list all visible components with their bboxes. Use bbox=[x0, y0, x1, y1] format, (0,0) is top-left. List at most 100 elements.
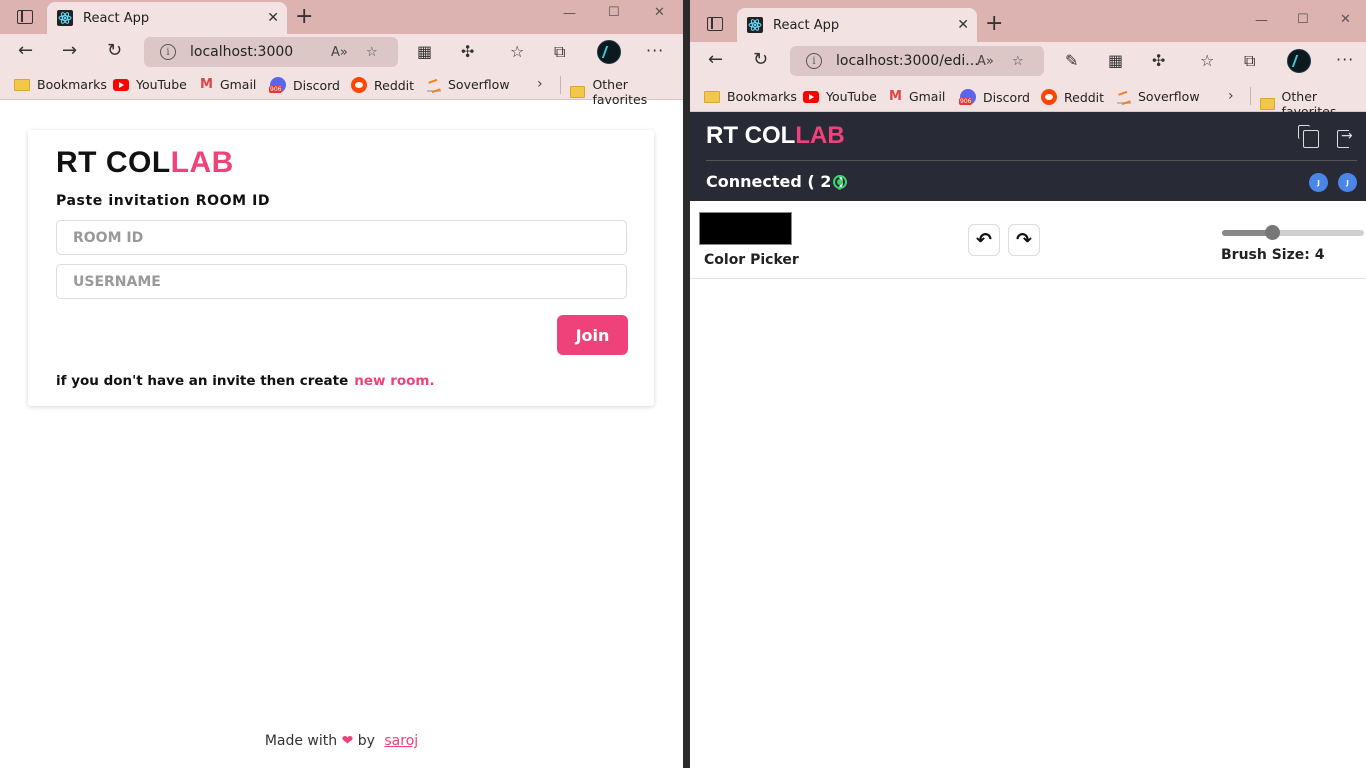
folder-icon bbox=[14, 78, 30, 91]
minimize-icon[interactable]: — bbox=[563, 6, 576, 21]
reddit-icon bbox=[1041, 89, 1057, 105]
undo-icon: ↶ bbox=[976, 229, 992, 251]
info-icon[interactable]: i bbox=[160, 44, 176, 60]
close-window-icon[interactable]: ✕ bbox=[654, 5, 665, 20]
connected-status: Connected ( 2 ) bbox=[706, 172, 845, 191]
avatar[interactable]: J bbox=[1338, 173, 1357, 192]
header-divider bbox=[706, 160, 1357, 161]
new-tab-icon[interactable]: + bbox=[295, 6, 313, 28]
favorites-icon[interactable]: ☆ bbox=[510, 42, 524, 61]
gmail-icon: M bbox=[889, 89, 902, 104]
read-aloud-icon[interactable]: A» bbox=[331, 45, 348, 60]
username-input[interactable] bbox=[56, 264, 627, 299]
copy-icon[interactable] bbox=[1298, 125, 1319, 148]
redo-button[interactable]: ↷ bbox=[1008, 224, 1040, 256]
discord-icon bbox=[959, 89, 976, 105]
address-bar[interactable]: i localhost:3000/edi... A» ☆ bbox=[790, 46, 1044, 76]
web-capture-icon[interactable]: ▦ bbox=[417, 42, 432, 61]
tab-actions-icon[interactable] bbox=[17, 10, 33, 24]
brush-size-slider[interactable] bbox=[1222, 225, 1364, 240]
profile-icon[interactable] bbox=[597, 40, 621, 64]
window-divider bbox=[683, 0, 690, 768]
close-tab-icon[interactable]: ✕ bbox=[957, 17, 969, 33]
refresh-icon[interactable]: ↻ bbox=[107, 41, 122, 61]
add-favorite-icon[interactable]: ☆ bbox=[1012, 54, 1024, 69]
folder-icon bbox=[704, 90, 720, 103]
bookmark-soverflow[interactable]: Soverflow bbox=[427, 77, 510, 92]
bookmark-gmail[interactable]: M Gmail bbox=[889, 89, 945, 104]
left-browser-window: React App ✕ + — ☐ ✕ ← → ↻ i localhost:30… bbox=[0, 0, 683, 768]
maximize-icon[interactable]: ☐ bbox=[608, 5, 620, 20]
nav-bar: ← → ↻ i localhost:3000 A» ☆ ▦ ✣ ☆ ⧉ ··· bbox=[0, 34, 683, 70]
right-browser-window: React App ✕ + — ☐ ✕ ← ↻ i localhost:3000… bbox=[690, 0, 1366, 768]
bookmark-discord[interactable]: Discord bbox=[959, 89, 1030, 105]
bookmark-discord[interactable]: Discord bbox=[269, 77, 340, 93]
color-picker-swatch[interactable] bbox=[699, 212, 792, 245]
reddit-icon bbox=[351, 77, 367, 93]
folder-icon bbox=[1260, 98, 1275, 110]
avatar[interactable]: J bbox=[1309, 173, 1328, 192]
web-capture-icon[interactable]: ▦ bbox=[1108, 51, 1123, 70]
extensions-icon[interactable]: ✣ bbox=[461, 42, 474, 61]
join-room-card: RT COLLAB Paste invitation ROOM ID Join … bbox=[28, 130, 654, 406]
invite-text: if you don't have an invite then create n… bbox=[56, 373, 435, 389]
favorites-icon[interactable]: ☆ bbox=[1200, 51, 1214, 70]
app-logo: RT COLLAB bbox=[706, 122, 845, 149]
chevron-right-icon[interactable]: › bbox=[537, 76, 543, 92]
heart-icon: ❤ bbox=[341, 733, 354, 749]
bookmark-soverflow[interactable]: Soverflow bbox=[1117, 89, 1200, 104]
collections-icon[interactable]: ⧉ bbox=[1244, 51, 1255, 71]
new-tab-icon[interactable]: + bbox=[985, 13, 1003, 35]
chevron-right-icon[interactable]: › bbox=[1228, 88, 1234, 104]
drawing-toolbar: Color Picker ↶ ↷ Brush Size: 4 bbox=[690, 201, 1366, 279]
address-bar[interactable]: i localhost:3000 A» ☆ bbox=[144, 37, 398, 67]
info-icon[interactable]: i bbox=[806, 53, 822, 69]
bookmark-youtube[interactable]: YouTube bbox=[113, 77, 187, 92]
bookmark-bookmarks[interactable]: Bookmarks bbox=[704, 89, 797, 104]
more-icon[interactable]: ··· bbox=[1336, 50, 1354, 69]
back-icon[interactable]: ← bbox=[708, 50, 723, 70]
close-tab-icon[interactable]: ✕ bbox=[267, 10, 279, 26]
color-picker-extension-icon[interactable]: ✎ bbox=[1065, 51, 1078, 70]
more-icon[interactable]: ··· bbox=[646, 41, 664, 60]
title-bar: React App ✕ + — ☐ ✕ bbox=[0, 0, 683, 34]
discord-icon bbox=[269, 77, 286, 93]
back-icon[interactable]: ← bbox=[18, 41, 33, 61]
logout-icon[interactable] bbox=[1337, 128, 1353, 148]
new-room-link[interactable]: new room. bbox=[354, 373, 434, 389]
bookmark-youtube[interactable]: YouTube bbox=[803, 89, 877, 104]
bookmark-reddit[interactable]: Reddit bbox=[351, 77, 414, 93]
gmail-icon: M bbox=[200, 77, 213, 92]
bookmark-other-favorites[interactable]: Other favorites bbox=[570, 77, 683, 107]
tab-actions-icon[interactable] bbox=[707, 17, 723, 31]
bookmarks-separator bbox=[1250, 87, 1251, 105]
paste-room-label: Paste invitation ROOM ID bbox=[56, 193, 271, 209]
footer: Made with ❤ by saroj bbox=[264, 733, 419, 749]
room-id-input[interactable] bbox=[56, 220, 627, 255]
slider-handle[interactable] bbox=[1265, 225, 1280, 240]
refresh-icon[interactable]: ↻ bbox=[753, 50, 768, 70]
read-aloud-icon[interactable]: A» bbox=[977, 54, 994, 69]
extensions-icon[interactable]: ✣ bbox=[1152, 51, 1165, 70]
undo-button[interactable]: ↶ bbox=[968, 224, 1000, 256]
bookmark-bookmarks[interactable]: Bookmarks bbox=[14, 77, 107, 92]
drawing-canvas[interactable] bbox=[690, 280, 1366, 768]
collections-icon[interactable]: ⧉ bbox=[554, 42, 565, 62]
author-link[interactable]: saroj bbox=[384, 733, 418, 749]
bookmark-reddit[interactable]: Reddit bbox=[1041, 89, 1104, 105]
bookmarks-bar: Bookmarks YouTube MGmail Discord Reddit … bbox=[0, 70, 683, 107]
profile-icon[interactable] bbox=[1287, 49, 1311, 73]
join-button[interactable]: Join bbox=[557, 315, 628, 355]
close-window-icon[interactable]: ✕ bbox=[1340, 12, 1351, 27]
folder-icon bbox=[570, 86, 586, 98]
maximize-icon[interactable]: ☐ bbox=[1297, 12, 1309, 27]
minimize-icon[interactable]: — bbox=[1255, 13, 1268, 28]
add-favorite-icon[interactable]: ☆ bbox=[366, 45, 378, 60]
browser-tab[interactable]: React App ✕ bbox=[47, 2, 287, 34]
app-logo: RT COLLAB bbox=[56, 146, 234, 179]
browser-tab[interactable]: React App ✕ bbox=[737, 8, 977, 42]
stackoverflow-icon bbox=[1117, 90, 1131, 104]
bookmark-gmail[interactable]: M Gmail bbox=[200, 77, 256, 92]
youtube-icon bbox=[803, 90, 819, 103]
forward-icon[interactable]: → bbox=[62, 41, 77, 61]
